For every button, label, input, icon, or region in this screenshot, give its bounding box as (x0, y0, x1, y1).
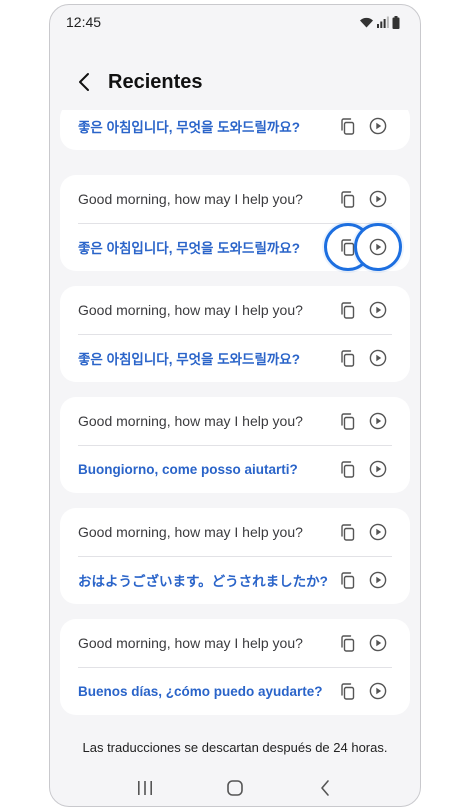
signal-icon (377, 16, 389, 28)
back-arrow-icon (79, 73, 89, 91)
copy-icon (341, 682, 355, 700)
play-button[interactable] (366, 457, 390, 481)
wifi-icon (360, 17, 373, 28)
source-text: Good morning, how may I help you? (78, 635, 303, 651)
status-icons (359, 15, 400, 29)
retention-note: Las traducciones se descartan después de… (82, 740, 388, 755)
source-text: Good morning, how may I help you? (78, 413, 303, 429)
copy-icon (341, 412, 355, 430)
play-icon (369, 349, 387, 367)
translated-text: Buongiorno, come posso aiutarti? (78, 461, 298, 477)
copy-icon (341, 301, 355, 319)
play-icon (369, 190, 387, 208)
copy-button[interactable] (336, 631, 360, 655)
play-button[interactable] (366, 409, 390, 433)
translated-text-row[interactable]: おはようございます。どうされましたか? (60, 556, 410, 604)
play-icon (369, 634, 387, 652)
copy-icon (341, 460, 355, 478)
copy-icon (341, 117, 355, 135)
translated-text: おはようございます。どうされましたか? (78, 574, 328, 589)
nav-back-button[interactable] (309, 772, 341, 804)
play-button[interactable] (366, 346, 390, 370)
translation-card: Good morning, how may I help you? 좋은 아침입니… (60, 175, 410, 271)
source-text: Good morning, how may I help you? (78, 191, 303, 207)
navigation-bar (50, 770, 420, 806)
play-icon (369, 460, 387, 478)
copy-icon (341, 523, 355, 541)
source-text-row[interactable]: Good morning, how may I help you? (60, 175, 410, 223)
translated-text: Buenos días, ¿cómo puedo ayudarte? (78, 683, 323, 699)
play-button[interactable] (366, 114, 390, 138)
phone-frame: 12:45 Recientes 좋은 아침입니다, 무엇을 도와드릴까요? Go… (49, 4, 421, 807)
app-header: Recientes (50, 60, 420, 104)
copy-icon (341, 190, 355, 208)
source-text-row[interactable]: Good morning, how may I help you? (60, 619, 410, 667)
play-icon (369, 412, 387, 430)
source-text: Good morning, how may I help you? (78, 302, 303, 318)
copy-icon (341, 349, 355, 367)
translation-card: Good morning, how may I help you? Buongio… (60, 397, 410, 493)
play-icon (369, 301, 387, 319)
copy-button[interactable] (336, 187, 360, 211)
play-icon (369, 117, 387, 135)
translation-card: Good morning, how may I help you? おはようござい… (60, 508, 410, 604)
play-button[interactable] (366, 520, 390, 544)
copy-button[interactable] (336, 346, 360, 370)
play-button[interactable] (366, 631, 390, 655)
copy-button[interactable] (336, 409, 360, 433)
play-button[interactable] (366, 298, 390, 322)
translated-text: 좋은 아침입니다, 무엇을 도와드릴까요? (78, 241, 300, 256)
home-icon (227, 780, 243, 796)
source-text-row[interactable]: Good morning, how may I help you? (60, 508, 410, 556)
play-icon (369, 571, 387, 589)
copy-button[interactable] (336, 114, 360, 138)
nav-back-icon (321, 780, 329, 796)
page-title: Recientes (108, 70, 203, 93)
copy-icon (341, 634, 355, 652)
translated-text-row[interactable]: Buongiorno, come posso aiutarti? (60, 445, 410, 493)
recent-apps-button[interactable] (129, 772, 161, 804)
translation-card: Good morning, how may I help you? 좋은 아침입니… (60, 286, 410, 382)
copy-button[interactable] (336, 679, 360, 703)
translated-text: 좋은 아침입니다, 무엇을 도와드릴까요? (78, 352, 300, 367)
translated-text-row[interactable]: 좋은 아침입니다, 무엇을 도와드릴까요? (60, 110, 410, 150)
play-button[interactable] (366, 568, 390, 592)
translated-text-row[interactable]: Buenos días, ¿cómo puedo ayudarte? (60, 667, 410, 715)
play-button[interactable] (354, 223, 402, 271)
copy-icon (341, 571, 355, 589)
source-text-row[interactable]: Good morning, how may I help you? (60, 286, 410, 334)
copy-button[interactable] (336, 298, 360, 322)
play-icon (369, 238, 387, 256)
translated-text: 좋은 아침입니다, 무엇을 도와드릴까요? (78, 120, 300, 135)
home-button[interactable] (219, 772, 251, 804)
status-bar: 12:45 (50, 5, 420, 39)
copy-button[interactable] (336, 568, 360, 592)
translation-card: 좋은 아침입니다, 무엇을 도와드릴까요? (60, 110, 410, 150)
back-button[interactable] (72, 70, 96, 94)
source-text: Good morning, how may I help you? (78, 524, 303, 540)
play-icon (369, 523, 387, 541)
copy-button[interactable] (336, 457, 360, 481)
battery-icon (392, 15, 400, 29)
status-time: 12:45 (66, 14, 102, 30)
recent-apps-icon (138, 781, 152, 795)
play-button[interactable] (366, 679, 390, 703)
source-text-row[interactable]: Good morning, how may I help you? (60, 397, 410, 445)
translation-card: Good morning, how may I help you? Buenos … (60, 619, 410, 715)
copy-button[interactable] (336, 520, 360, 544)
translated-text-row[interactable]: 좋은 아침입니다, 무엇을 도와드릴까요? (60, 223, 410, 271)
play-icon (369, 682, 387, 700)
translated-text-row[interactable]: 좋은 아침입니다, 무엇을 도와드릴까요? (60, 334, 410, 382)
play-button[interactable] (366, 187, 390, 211)
recent-translations-list[interactable]: 좋은 아침입니다, 무엇을 도와드릴까요? Good morning, how m… (50, 110, 420, 730)
